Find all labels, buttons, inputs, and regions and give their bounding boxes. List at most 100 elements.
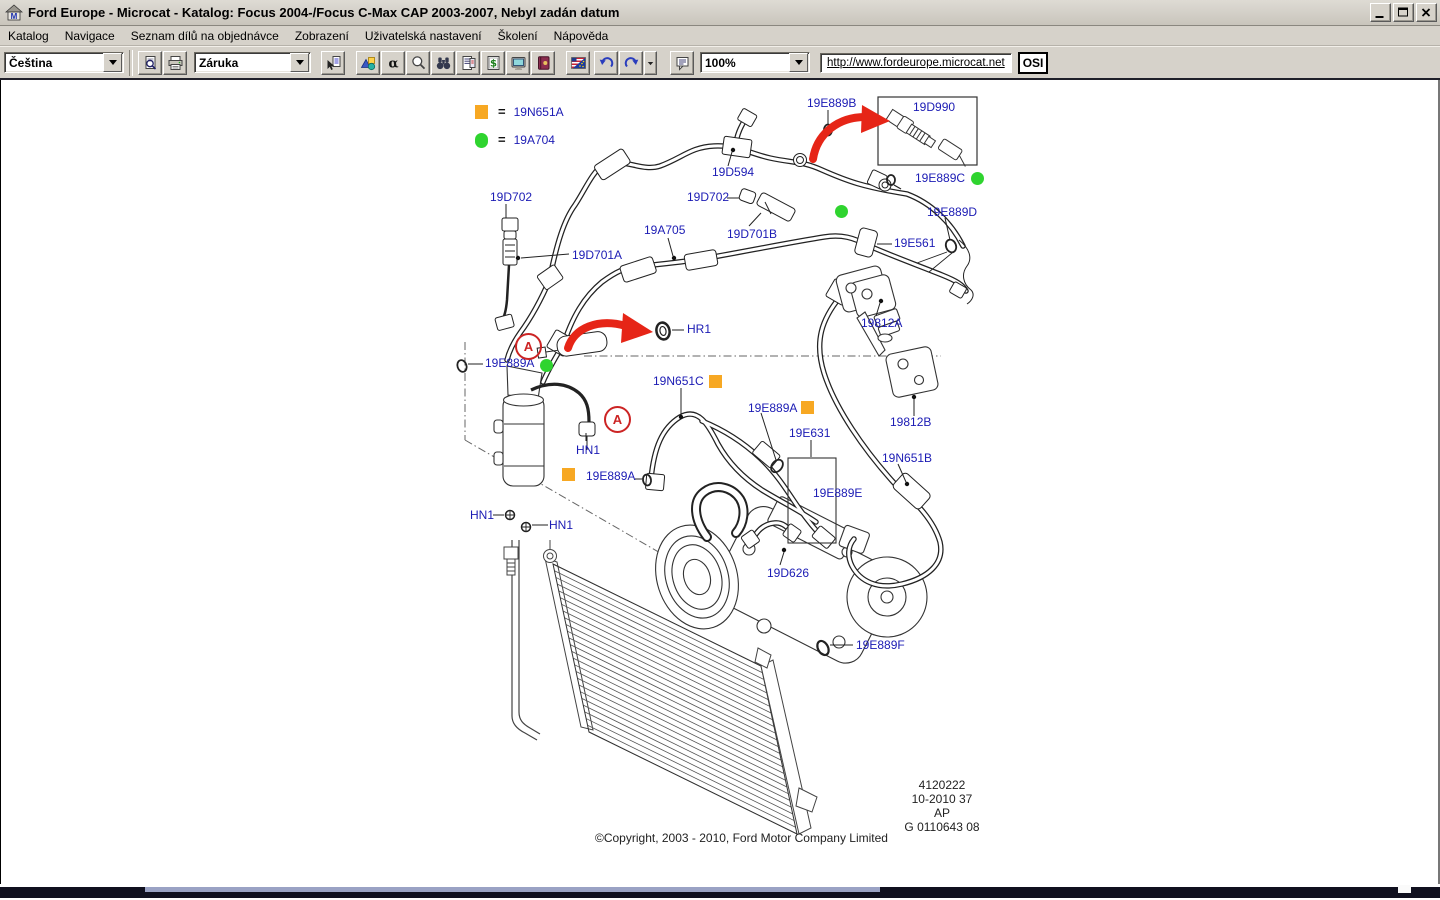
redo-icon[interactable]	[619, 51, 643, 75]
parts-list-icon[interactable]	[456, 51, 480, 75]
taskbar-stripe	[145, 887, 880, 892]
taskbar	[0, 884, 1440, 900]
undo-icon[interactable]	[594, 51, 618, 75]
part-label-19d701b[interactable]: 19D701B	[727, 227, 777, 241]
osi-button[interactable]: OSI	[1018, 52, 1049, 74]
orange-square-marker	[709, 375, 722, 388]
flag-icon[interactable]	[566, 51, 590, 75]
part-label-19e889f[interactable]: 19E889F	[856, 638, 905, 652]
plate-line: 10-2010 37	[894, 792, 990, 806]
maximize-button[interactable]	[1393, 3, 1414, 22]
part-label-19a705[interactable]: 19A705	[644, 223, 685, 237]
alpha-index-icon[interactable]: α	[381, 51, 405, 75]
svg-text:$: $	[490, 58, 497, 69]
minimize-button[interactable]	[1370, 3, 1391, 22]
chevron-down-icon[interactable]	[103, 53, 122, 72]
part-label-hr1[interactable]: HR1	[687, 322, 711, 336]
equals-sign: =	[498, 104, 506, 119]
menu-item-seznam-d-l-na-objedn-vce[interactable]: Seznam dílů na objednávce	[123, 27, 287, 45]
taskbar-notch[interactable]	[1398, 885, 1411, 893]
green-dot-marker	[835, 205, 848, 218]
url-text: http://www.fordeurope.microcat.net	[827, 57, 1005, 69]
part-label-19e889e[interactable]: 19E889E	[813, 486, 862, 500]
redo-dropdown-icon[interactable]	[644, 51, 657, 75]
part-label-19d626[interactable]: 19D626	[767, 566, 809, 580]
menu-bar: KatalogNavigaceSeznam dílů na objednávce…	[0, 26, 1440, 46]
green-dot-marker	[971, 172, 984, 185]
part-label-hn1[interactable]: HN1	[576, 443, 600, 457]
zoom-select[interactable]: 100%	[700, 52, 810, 73]
legend: = 19N651A = 19A704	[475, 105, 564, 146]
part-label-19e889a[interactable]: 19E889A	[748, 401, 797, 415]
language-value: Čeština	[5, 56, 103, 70]
equals-sign: =	[498, 132, 506, 147]
part-label-19e889b[interactable]: 19E889B	[807, 96, 856, 110]
part-label-19e889a[interactable]: 19E889A	[586, 469, 635, 483]
title-bar: M Ford Europe - Microcat - Katalog: Focu…	[0, 0, 1440, 26]
plate-line: G 0110643 08	[894, 820, 990, 834]
warranty-value: Záruka	[195, 56, 290, 70]
part-label-19d594[interactable]: 19D594	[712, 165, 754, 179]
menu-item-n-pov-da[interactable]: Nápověda	[546, 27, 617, 45]
part-label-19d702[interactable]: 19D702	[490, 190, 532, 204]
close-button[interactable]	[1416, 3, 1437, 22]
select-parts-icon[interactable]	[321, 51, 345, 75]
green-dot-marker	[540, 359, 553, 372]
url-link[interactable]: http://www.fordeurope.microcat.net	[820, 53, 1012, 73]
green-dot-marker	[475, 135, 488, 148]
plate-line: AP	[894, 806, 990, 820]
toolbar-separator	[129, 50, 133, 76]
callout-a: A	[515, 333, 542, 360]
part-label-19e889c[interactable]: 19E889C	[915, 171, 965, 185]
binoculars-icon[interactable]	[431, 51, 455, 75]
plate-line: 4120222	[894, 778, 990, 792]
svg-text:M: M	[11, 12, 18, 21]
part-label-19e631[interactable]: 19E631	[789, 426, 830, 440]
receiver-drier-drawing	[494, 366, 544, 486]
diagram-area: = 19N651A = 19A704 19E889B 19D990 19E889C 19D5…	[0, 80, 1440, 884]
print-icon[interactable]	[163, 51, 187, 75]
screen-icon[interactable]	[506, 51, 530, 75]
menu-item-navigace[interactable]: Navigace	[57, 27, 123, 45]
window-title: Ford Europe - Microcat - Katalog: Focus …	[28, 5, 619, 20]
legend-part-19a704[interactable]: 19A704	[514, 133, 555, 147]
part-label-19812b[interactable]: 19812B	[890, 415, 931, 429]
part-label-hn1[interactable]: HN1	[549, 518, 573, 532]
book-icon[interactable]	[531, 51, 555, 75]
part-label-19d701a[interactable]: 19D701A	[572, 248, 622, 262]
window-controls	[1370, 3, 1437, 22]
orange-square-marker	[801, 401, 814, 414]
app-window: M Ford Europe - Microcat - Katalog: Focu…	[0, 0, 1440, 900]
chevron-down-icon[interactable]	[290, 53, 309, 72]
orange-square-marker	[562, 468, 575, 481]
menu-item--kolen-[interactable]: Školení	[490, 27, 546, 45]
language-select[interactable]: Čeština	[4, 52, 124, 73]
chevron-down-icon[interactable]	[789, 53, 808, 72]
menu-item-zobrazen-[interactable]: Zobrazení	[287, 27, 357, 45]
menu-item-katalog[interactable]: Katalog	[0, 27, 57, 45]
app-icon: M	[5, 4, 23, 22]
zoom-icon[interactable]	[406, 51, 430, 75]
legend-row: = 19A704	[475, 133, 564, 146]
part-label-19e889d[interactable]: 19E889D	[927, 205, 977, 219]
part-label-19n651b[interactable]: 19N651B	[882, 451, 932, 465]
price-icon[interactable]: $	[481, 51, 505, 75]
menu-item-u-ivatelsk-nastaven-[interactable]: Uživatelská nastavení	[357, 27, 490, 45]
callout-a: A	[604, 406, 631, 433]
toolbar: Čeština Záruka α $ 100% http://www.fordeu…	[0, 46, 1440, 80]
graphics-icon[interactable]	[356, 51, 380, 75]
part-label-19n651c[interactable]: 19N651C	[653, 374, 704, 388]
zoom-value: 100%	[701, 56, 789, 70]
part-label-hn1[interactable]: HN1	[470, 508, 494, 522]
part-label-19e561[interactable]: 19E561	[894, 236, 935, 250]
warranty-select[interactable]: Záruka	[194, 52, 311, 73]
drawing-number-block: 412022210-2010 37APG 0110643 08	[894, 778, 990, 834]
print-preview-icon[interactable]	[138, 51, 162, 75]
part-label-19d990[interactable]: 19D990	[913, 100, 955, 114]
orange-square-marker	[475, 106, 488, 119]
copyright-text: ©Copyright, 2003 - 2010, Ford Motor Comp…	[595, 831, 888, 845]
part-label-19812a[interactable]: 19812A	[861, 316, 902, 330]
notes-icon[interactable]	[670, 51, 694, 75]
part-label-19d702[interactable]: 19D702	[687, 190, 729, 204]
legend-part-19n651a[interactable]: 19N651A	[514, 105, 564, 119]
